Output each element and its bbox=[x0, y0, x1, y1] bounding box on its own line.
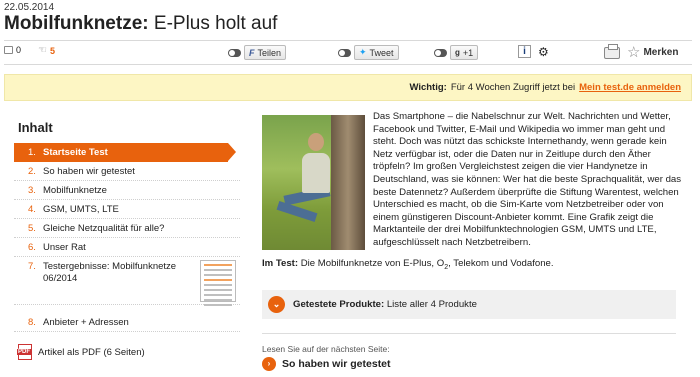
im-test-label: Im Test: bbox=[262, 258, 299, 269]
toc-item-3[interactable]: 3. Mobilfunknetze bbox=[14, 181, 240, 200]
chevron-down-icon: ⌄ bbox=[268, 296, 285, 313]
toc-item-4[interactable]: 4. GSM, UMTS, LTE bbox=[14, 200, 240, 219]
toc-heading: Inhalt bbox=[18, 120, 53, 135]
toc-item-5[interactable]: 5. Gleiche Netzqualität für alle? bbox=[14, 219, 240, 238]
toc-label: Gleiche Netzqualität für alle? bbox=[43, 222, 165, 234]
facebook-label: Teilen bbox=[257, 47, 282, 58]
article-date: 22.05.2014 bbox=[4, 2, 55, 13]
twitter-share: ✦ Tweet bbox=[338, 45, 399, 60]
toc-number: 8. bbox=[28, 316, 36, 328]
toc-number: 7. bbox=[28, 261, 36, 272]
chevron-right-icon: › bbox=[262, 357, 276, 371]
table-of-contents: Inhalt 1. Startseite Test 2. So haben wi… bbox=[14, 112, 240, 360]
settings-button[interactable]: ⚙ bbox=[538, 45, 549, 59]
divider bbox=[4, 40, 692, 41]
facebook-button[interactable]: F Teilen bbox=[244, 45, 287, 60]
next-page-label: Lesen Sie auf der nächsten Seite: bbox=[262, 344, 390, 354]
likes-button[interactable]: ☜ 5 bbox=[38, 45, 55, 56]
im-test-text-post: , Telekom und Vodafone. bbox=[448, 258, 554, 269]
toc-item-8[interactable]: 8. Anbieter + Adressen bbox=[14, 313, 240, 332]
facebook-share: F Teilen bbox=[228, 45, 287, 60]
tested-products-bar[interactable]: ⌄ Getestete Produkte: Liste aller 4 Prod… bbox=[262, 290, 676, 319]
twitter-label: Tweet bbox=[369, 47, 394, 58]
toc-number: 1. bbox=[28, 147, 36, 158]
title-rest: E-Plus holt auf bbox=[153, 13, 278, 34]
article-photo bbox=[262, 115, 365, 250]
gplus-icon: g bbox=[455, 48, 460, 57]
twitter-icon: ✦ bbox=[359, 47, 367, 57]
page-title: Mobilfunknetze: E-Plus holt auf bbox=[4, 13, 277, 35]
pdf-icon bbox=[17, 344, 32, 360]
toc-number: 5. bbox=[28, 222, 36, 234]
toc-number: 2. bbox=[28, 165, 36, 177]
subscription-banner: Wichtig: Für 4 Wochen Zugriff jetzt bei … bbox=[4, 74, 692, 101]
twitter-button[interactable]: ✦ Tweet bbox=[354, 45, 399, 60]
toggle-icon[interactable] bbox=[434, 48, 447, 57]
toc-label: Testergebnisse: Mobilfunknetze 06/2014 bbox=[43, 261, 177, 284]
gplus-button[interactable]: g +1 bbox=[450, 45, 479, 60]
title-bold: Mobilfunknetze: bbox=[4, 13, 149, 34]
like-icon: ☜ bbox=[38, 45, 47, 56]
star-icon: ☆ bbox=[627, 44, 641, 61]
printer-icon bbox=[604, 44, 620, 59]
facebook-icon: F bbox=[249, 47, 255, 58]
comments-button[interactable]: 0 bbox=[4, 45, 21, 55]
next-page-link[interactable]: › So haben wir getestet bbox=[262, 357, 391, 371]
products-label: Getestete Produkte: bbox=[293, 299, 385, 310]
toc-label: Anbieter + Adressen bbox=[43, 316, 129, 328]
toc-number: 6. bbox=[28, 241, 36, 253]
toc-label: Startseite Test bbox=[43, 147, 108, 158]
print-button[interactable] bbox=[604, 44, 620, 59]
toc-item-1[interactable]: 1. Startseite Test bbox=[14, 143, 236, 162]
login-link[interactable]: Mein test.de anmelden bbox=[579, 82, 681, 93]
im-test-line: Im Test: Die Mobilfunknetze von E-Plus, … bbox=[262, 258, 554, 271]
info-icon: i bbox=[518, 45, 531, 58]
pdf-download-link[interactable]: Artikel als PDF (6 Seiten) bbox=[14, 344, 240, 360]
info-button[interactable]: i bbox=[518, 45, 531, 58]
merken-label: Merken bbox=[643, 47, 679, 58]
products-text: Liste aller 4 Produkte bbox=[386, 299, 477, 310]
merken-button[interactable]: ☆ Merken bbox=[627, 45, 678, 60]
toggle-icon[interactable] bbox=[338, 48, 351, 57]
toc-label: Mobilfunknetze bbox=[43, 184, 107, 196]
comments-count: 0 bbox=[16, 45, 22, 55]
likes-count: 5 bbox=[49, 45, 55, 56]
share-toolbar: 0 ☜ 5 F Teilen ✦ Tweet g +1 i ⚙ ☆ Merken bbox=[0, 42, 700, 62]
toc-label: So haben wir getestet bbox=[43, 165, 135, 177]
pdf-label: Artikel als PDF (6 Seiten) bbox=[38, 346, 145, 358]
gplus-label: +1 bbox=[462, 47, 474, 58]
article-intro: Das Smartphone – die Nabelschnur zur Wel… bbox=[373, 111, 682, 248]
toggle-icon[interactable] bbox=[228, 48, 241, 57]
gear-icon: ⚙ bbox=[538, 45, 549, 59]
toc-label: Unser Rat bbox=[43, 241, 86, 253]
next-page-title: So haben wir getestet bbox=[282, 358, 391, 370]
toc-item-6[interactable]: 6. Unser Rat bbox=[14, 238, 240, 257]
divider bbox=[4, 64, 692, 65]
toc-number: 4. bbox=[28, 203, 36, 215]
toc-number: 3. bbox=[28, 184, 36, 196]
banner-text: Für 4 Wochen Zugriff jetzt bei bbox=[450, 82, 576, 93]
toc-item-7[interactable]: 7. Testergebnisse: Mobilfunknetze 06/201… bbox=[14, 257, 240, 306]
toc-label: GSM, UMTS, LTE bbox=[43, 203, 119, 215]
comment-icon bbox=[4, 46, 13, 54]
banner-prefix: Wichtig: bbox=[409, 82, 447, 93]
divider bbox=[262, 333, 676, 334]
im-test-text-pre: Die Mobilfunknetze von E-Plus, O bbox=[300, 258, 445, 269]
toc-item-2[interactable]: 2. So haben wir getestet bbox=[14, 162, 240, 181]
gplus-share: g +1 bbox=[434, 45, 479, 60]
results-table-thumbnail[interactable] bbox=[200, 260, 236, 306]
